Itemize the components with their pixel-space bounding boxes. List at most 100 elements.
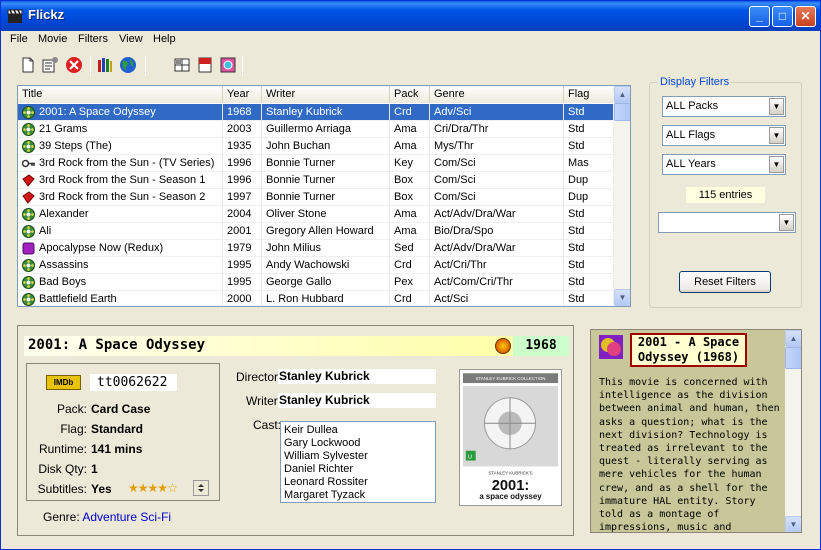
poster-collection-text: STANLEY KUBRICK COLLECTION bbox=[476, 376, 546, 381]
star-icon: ★ bbox=[157, 481, 168, 495]
cast-member[interactable]: William Sylvester bbox=[284, 450, 432, 463]
menu-file[interactable]: File bbox=[10, 33, 28, 45]
cell-pack: Sed bbox=[390, 240, 430, 257]
menu-filters[interactable]: Filters bbox=[78, 33, 108, 45]
star-icon: ★ bbox=[147, 481, 159, 495]
film-reel-icon bbox=[22, 259, 35, 272]
scroll-down-button[interactable]: ▼ bbox=[614, 289, 630, 306]
scroll-down-button[interactable]: ▼ bbox=[785, 516, 801, 532]
new-document-icon[interactable] bbox=[19, 56, 37, 74]
cell-writer: L. Ron Hubbard bbox=[262, 291, 390, 306]
pack-text: Box bbox=[394, 191, 413, 203]
table-row[interactable]: 39 Steps (The) 1935 John Buchan Ama Mys/Thr S… bbox=[18, 138, 614, 155]
properties-icon[interactable] bbox=[41, 56, 59, 74]
chevron-down-icon[interactable]: ▼ bbox=[769, 127, 784, 144]
cell-title: Alexander bbox=[18, 206, 223, 223]
column-header-genre[interactable]: Genre bbox=[430, 86, 564, 103]
table-row[interactable]: Alexander 2004 Oliver Stone Ama Act/Adv/Dra/… bbox=[18, 206, 614, 223]
cast-member[interactable]: Daniel Richter bbox=[284, 463, 432, 476]
cell-writer: John Milius bbox=[262, 240, 390, 257]
cover-view-icon[interactable] bbox=[219, 56, 237, 74]
years-filter-select[interactable]: ALL Years ▼ bbox=[662, 154, 786, 175]
film-reel-icon bbox=[22, 140, 35, 153]
card-view-icon[interactable] bbox=[196, 56, 214, 74]
packs-filter-select[interactable]: ALL Packs ▼ bbox=[662, 96, 786, 117]
plot-scrollbar[interactable]: ▲ ▼ bbox=[785, 330, 801, 532]
cell-writer: Bonnie Turner bbox=[262, 172, 390, 189]
up-arrow-icon: ▲ bbox=[789, 334, 798, 343]
cast-member[interactable]: Gary Lockwood bbox=[284, 437, 432, 450]
detail-title-bar: 2001: A Space Odyssey 1968 bbox=[24, 336, 569, 356]
minimize-button[interactable]: _ bbox=[749, 6, 770, 27]
genre-link-scifi[interactable]: Sci-Fi bbox=[140, 510, 171, 524]
table-row[interactable]: 21 Grams 2003 Guillermo Arriaga Ama Cri/Dra/… bbox=[18, 121, 614, 138]
column-header-year[interactable]: Year bbox=[223, 86, 262, 103]
table-row[interactable]: 3rd Rock from the Sun - Season 2 1997 Bonn… bbox=[18, 189, 614, 206]
cell-flag: Std bbox=[564, 257, 614, 274]
movie-detail-panel: 2001: A Space Odyssey 1968 IMDb tt006262… bbox=[17, 325, 574, 536]
movie-poster[interactable]: STANLEY KUBRICK COLLECTION U STANLEY KUB… bbox=[459, 369, 562, 506]
scroll-thumb[interactable] bbox=[785, 347, 801, 369]
cell-flag: Std bbox=[564, 274, 614, 291]
library-icon[interactable] bbox=[96, 56, 114, 74]
year-text: 1996 bbox=[227, 157, 252, 169]
writer-text: George Gallo bbox=[266, 276, 332, 288]
genre-link-adventure[interactable]: Adventure bbox=[82, 510, 137, 524]
year-text: 1995 bbox=[227, 276, 252, 288]
flags-filter-select[interactable]: ALL Flags ▼ bbox=[662, 125, 786, 146]
table-row[interactable]: Assassins 1995 Andy Wachowski Crd Act/Cri/Th… bbox=[18, 257, 614, 274]
certificate-icon bbox=[495, 338, 511, 354]
scroll-thumb[interactable] bbox=[614, 103, 630, 121]
menu-movie[interactable]: Movie bbox=[38, 33, 67, 45]
globe-icon[interactable] bbox=[119, 56, 137, 74]
rating-spinner[interactable] bbox=[193, 480, 209, 496]
delete-icon[interactable] bbox=[65, 56, 83, 74]
list-scrollbar[interactable]: ▲ ▼ bbox=[613, 86, 630, 306]
cell-writer: Oliver Stone bbox=[262, 206, 390, 223]
chevron-down-icon[interactable]: ▼ bbox=[769, 98, 784, 115]
year-text: 1997 bbox=[227, 191, 252, 203]
title-text: 21 Grams bbox=[39, 123, 88, 135]
column-header-title[interactable]: Title bbox=[18, 86, 223, 103]
star-icon: ☆ bbox=[167, 481, 178, 495]
menu-help[interactable]: Help bbox=[153, 33, 176, 45]
detail-year: 1968 bbox=[513, 336, 569, 356]
cast-member[interactable]: Leonard Rossiter bbox=[284, 476, 432, 489]
column-header-writer[interactable]: Writer bbox=[262, 86, 390, 103]
table-row[interactable]: 3rd Rock from the Sun - Season 1 1996 Bonn… bbox=[18, 172, 614, 189]
table-row[interactable]: 2001: A Space Odyssey 1968 Stanley Kubrick… bbox=[18, 104, 614, 121]
cell-genre: Com/Sci bbox=[430, 172, 564, 189]
chevron-down-icon[interactable]: ▼ bbox=[769, 156, 784, 173]
table-row[interactable]: 3rd Rock from the Sun - (TV Series) 1996 B… bbox=[18, 155, 614, 172]
close-button[interactable]: ✕ bbox=[795, 6, 816, 27]
scroll-up-button[interactable]: ▲ bbox=[785, 330, 801, 347]
chevron-down-icon[interactable]: ▼ bbox=[779, 214, 794, 231]
menu-bar: File Movie Filters View Help bbox=[1, 31, 820, 50]
cell-pack: Crd bbox=[390, 257, 430, 274]
title-bar[interactable]: Flickz _ □ ✕ bbox=[1, 1, 820, 31]
cast-member[interactable]: Margaret Tyzack bbox=[284, 489, 432, 502]
imdb-logo-icon[interactable]: IMDb bbox=[46, 375, 81, 390]
cast-list[interactable]: Keir Dullea Gary Lockwood William Sylveste… bbox=[280, 421, 436, 503]
table-row[interactable]: Apocalypse Now (Redux) 1979 John Milius Sed… bbox=[18, 240, 614, 257]
display-filters-group: Display Filters ALL Packs ▼ ALL Flags ▼ … bbox=[649, 76, 802, 308]
toolbar-separator bbox=[90, 56, 91, 76]
movie-list[interactable]: Title Year Writer Pack Genre Flag 2001: … bbox=[17, 85, 631, 307]
pack-text: Ama bbox=[394, 225, 417, 237]
grid-view-icon[interactable] bbox=[173, 56, 191, 74]
reset-filters-button[interactable]: Reset Filters bbox=[679, 271, 771, 293]
table-row[interactable]: Ali 2001 Gregory Allen Howard Ama Bio/Dra/Sp… bbox=[18, 223, 614, 240]
column-header-flag[interactable]: Flag bbox=[564, 86, 614, 103]
cell-title: 21 Grams bbox=[18, 121, 223, 138]
scroll-up-button[interactable]: ▲ bbox=[614, 86, 630, 103]
cell-pack: Ama bbox=[390, 223, 430, 240]
cast-member[interactable]: Keir Dullea bbox=[284, 424, 432, 437]
maximize-button[interactable]: □ bbox=[772, 6, 793, 27]
genre-text: Act/Cri/Thr bbox=[434, 259, 487, 271]
age-rating-icon: U bbox=[468, 455, 472, 461]
menu-view[interactable]: View bbox=[119, 33, 143, 45]
table-row[interactable]: Bad Boys 1995 George Gallo Pex Act/Com/Cri/T… bbox=[18, 274, 614, 291]
table-row[interactable]: Battlefield Earth 2000 L. Ron Hubbard Crd Ac… bbox=[18, 291, 614, 306]
column-header-pack[interactable]: Pack bbox=[390, 86, 430, 103]
extra-filter-select[interactable]: ▼ bbox=[658, 212, 796, 233]
